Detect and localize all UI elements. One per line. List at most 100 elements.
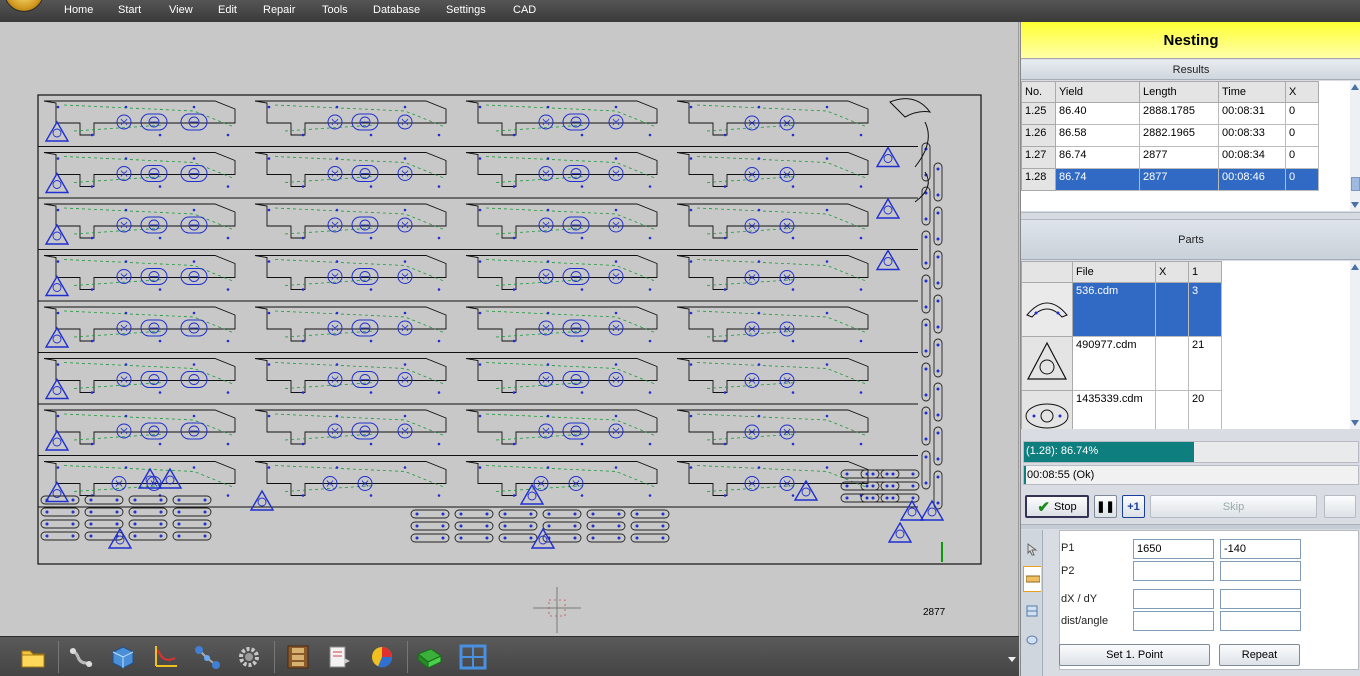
parts-row[interactable]: 536.cdm 3 xyxy=(1021,282,1222,337)
p1-y-input[interactable] xyxy=(1220,539,1301,559)
film-strip-icon[interactable] xyxy=(283,642,313,672)
results-row[interactable]: 1.28 86.74 2877 00:08:46 0 xyxy=(1021,168,1319,191)
link-chain-icon[interactable] xyxy=(66,642,96,672)
gear-icon[interactable] xyxy=(234,642,264,672)
drawing-canvas[interactable]: 2877 xyxy=(0,22,1019,636)
panel-splitter[interactable] xyxy=(1021,524,1360,529)
parts-header-file[interactable]: File xyxy=(1072,261,1156,283)
parts-x-cell[interactable] xyxy=(1155,282,1189,337)
parts-count-cell[interactable]: 21 xyxy=(1188,336,1222,391)
menu-start[interactable]: Start xyxy=(118,4,141,16)
extra-button[interactable] xyxy=(1324,495,1356,518)
results-cell[interactable]: 1.27 xyxy=(1021,146,1056,169)
scroll-up-icon[interactable] xyxy=(1351,84,1359,90)
set-point-button[interactable]: Set 1. Point xyxy=(1059,644,1210,666)
parts-x-cell[interactable] xyxy=(1155,390,1189,429)
tab-grid-icon[interactable] xyxy=(1023,598,1041,624)
results-cell[interactable]: 1.25 xyxy=(1021,102,1056,125)
scroll-down-icon[interactable] xyxy=(1351,420,1359,426)
dist-input[interactable] xyxy=(1133,611,1214,631)
nodes-icon[interactable] xyxy=(192,642,222,672)
cube-icon[interactable] xyxy=(108,642,138,672)
parts-row[interactable]: 1435339.cdm 20 xyxy=(1021,390,1222,429)
p2-y-input[interactable] xyxy=(1220,561,1301,581)
pause-button[interactable]: ❚❚ xyxy=(1094,495,1117,518)
dx-input[interactable] xyxy=(1133,589,1214,609)
elapsed-time-bar: 00:08:55 (Ok) xyxy=(1023,465,1359,485)
menu-home[interactable]: Home xyxy=(64,4,93,16)
parts-x-cell[interactable] xyxy=(1155,336,1189,391)
results-cell[interactable]: 86.74 xyxy=(1055,146,1140,169)
progress-label: (1.28): 86.74% xyxy=(1026,445,1099,457)
results-cell[interactable]: 0 xyxy=(1285,168,1319,191)
parts-table: File X 1 536.cdm 3 490977.cdm 21 1435339.cdm… xyxy=(1021,261,1350,429)
menu-repair[interactable]: Repair xyxy=(263,4,295,16)
results-cell[interactable]: 2877 xyxy=(1139,168,1219,191)
document-arrow-icon[interactable] xyxy=(325,642,355,672)
scroll-up-icon[interactable] xyxy=(1351,264,1359,270)
menu-edit[interactable]: Edit xyxy=(218,4,237,16)
results-header-time[interactable]: Time xyxy=(1218,81,1286,103)
app-logo-icon[interactable] xyxy=(4,0,44,12)
results-cell[interactable]: 00:08:31 xyxy=(1218,102,1286,125)
stop-button[interactable]: ✔ Stop xyxy=(1025,495,1089,518)
results-cell[interactable]: 0 xyxy=(1285,146,1319,169)
results-cell[interactable]: 0 xyxy=(1285,124,1319,147)
folder-icon[interactable] xyxy=(18,642,48,672)
parts-count-cell[interactable]: 3 xyxy=(1188,282,1222,337)
scroll-down-icon[interactable] xyxy=(1351,202,1359,208)
tab-comment-icon[interactable] xyxy=(1023,628,1041,654)
p1-x-input[interactable] xyxy=(1133,539,1214,559)
results-header-x[interactable]: X xyxy=(1285,81,1319,103)
panel-splitter[interactable] xyxy=(1021,212,1360,220)
parts-file-cell[interactable]: 1435339.cdm xyxy=(1072,390,1156,429)
results-header-no[interactable]: No. xyxy=(1021,81,1056,103)
results-cell[interactable]: 1.28 xyxy=(1021,168,1056,191)
parts-row[interactable]: 490977.cdm 21 xyxy=(1021,336,1222,391)
parts-header-count[interactable]: 1 xyxy=(1188,261,1222,283)
angle-input[interactable] xyxy=(1220,611,1301,631)
results-cell[interactable]: 2888.1785 xyxy=(1139,102,1219,125)
plus-one-button[interactable]: +1 xyxy=(1122,495,1145,518)
p2-x-input[interactable] xyxy=(1133,561,1214,581)
results-cell[interactable]: 86.58 xyxy=(1055,124,1140,147)
skip-button[interactable]: Skip xyxy=(1150,495,1317,518)
parts-file-cell[interactable]: 536.cdm xyxy=(1072,282,1156,337)
menu-tools[interactable]: Tools xyxy=(322,4,348,16)
dy-input[interactable] xyxy=(1220,589,1301,609)
results-cell[interactable]: 00:08:33 xyxy=(1218,124,1286,147)
triangle-part-icon xyxy=(1021,336,1073,391)
parts-count-cell[interactable]: 20 xyxy=(1188,390,1222,429)
menu-cad[interactable]: CAD xyxy=(513,4,536,16)
results-cell[interactable]: 1.26 xyxy=(1021,124,1056,147)
results-row[interactable]: 1.26 86.58 2882.1965 00:08:33 0 xyxy=(1021,124,1319,147)
results-cell[interactable]: 2882.1965 xyxy=(1139,124,1219,147)
tab-ruler-icon[interactable] xyxy=(1023,566,1041,592)
menu-database[interactable]: Database xyxy=(373,4,420,16)
pie-chart-icon[interactable] xyxy=(367,642,397,672)
results-cell[interactable]: 0 xyxy=(1285,102,1319,125)
menu-settings[interactable]: Settings xyxy=(446,4,486,16)
axes-icon[interactable] xyxy=(150,642,180,672)
results-cell[interactable]: 00:08:34 xyxy=(1218,146,1286,169)
results-cell[interactable]: 86.74 xyxy=(1055,168,1140,191)
scroll-thumb[interactable] xyxy=(1351,177,1360,191)
parts-scrollbar[interactable] xyxy=(1350,261,1360,429)
menu-view[interactable]: View xyxy=(169,4,193,16)
results-cell[interactable]: 00:08:46 xyxy=(1218,168,1286,191)
results-scrollbar[interactable] xyxy=(1350,81,1360,211)
toolbar-overflow-arrow-icon[interactable] xyxy=(1008,657,1016,662)
nesting-progress-bar: (1.28): 86.74% xyxy=(1023,441,1359,463)
results-row[interactable]: 1.25 86.40 2888.1785 00:08:31 0 xyxy=(1021,102,1319,125)
tab-pointer-icon[interactable] xyxy=(1023,536,1041,562)
parts-header-x[interactable]: X xyxy=(1155,261,1189,283)
parts-file-cell[interactable]: 490977.cdm xyxy=(1072,336,1156,391)
results-cell[interactable]: 2877 xyxy=(1139,146,1219,169)
results-header-length[interactable]: Length xyxy=(1139,81,1219,103)
results-row[interactable]: 1.27 86.74 2877 00:08:34 0 xyxy=(1021,146,1319,169)
nest-layout-icon[interactable] xyxy=(458,642,488,672)
green-arrow-icon[interactable] xyxy=(415,642,445,672)
repeat-button[interactable]: Repeat xyxy=(1219,644,1300,666)
results-cell[interactable]: 86.40 xyxy=(1055,102,1140,125)
results-header-yield[interactable]: Yield xyxy=(1055,81,1140,103)
